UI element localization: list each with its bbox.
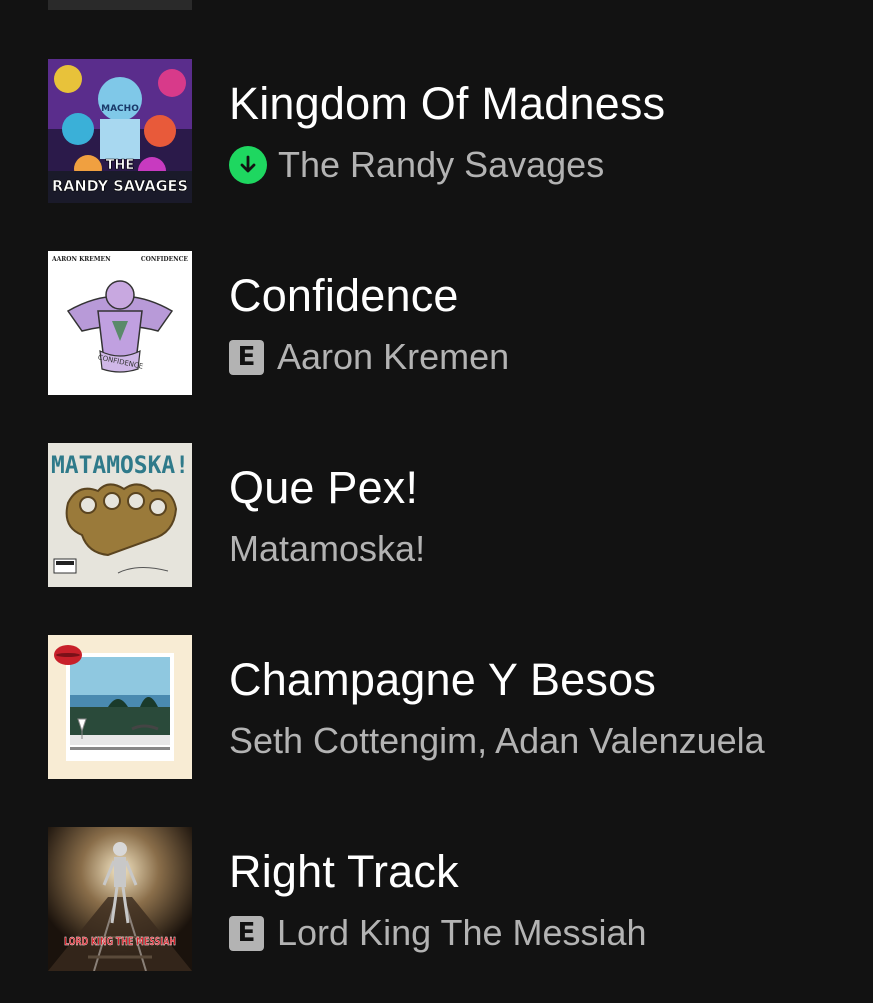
album-cover: MACHO THE RANDY SAVAGES — [48, 59, 192, 203]
track-row[interactable]: Champagne Y Besos Seth Cottengim, Adan V… — [0, 635, 873, 779]
track-row[interactable]: MATAMOSKA! Que Pex! Matamoska! — [0, 443, 873, 587]
album-cover: MATAMOSKA! — [48, 443, 192, 587]
track-row[interactable]: MACHO THE RANDY SAVAGES Kingdom Of Madne… — [0, 59, 873, 203]
track-meta: The Randy Savages — [229, 145, 604, 185]
track-meta: Seth Cottengim, Adan Valenzuela — [229, 721, 765, 761]
cover-text: AARON KREMEN — [51, 256, 111, 263]
track-artist: Lord King The Messiah — [277, 912, 647, 953]
track-list: MACHO THE RANDY SAVAGES Kingdom Of Madne… — [0, 0, 873, 1003]
track-title: Right Track — [229, 846, 459, 897]
cover-text: LORD KING THE MESSIAH — [64, 935, 176, 948]
explicit-badge-icon: E — [229, 339, 264, 375]
track-title: Confidence — [229, 270, 459, 321]
track-meta: E Aaron Kremen — [229, 337, 509, 377]
track-artist: The Randy Savages — [278, 144, 605, 185]
track-title: Kingdom Of Madness — [229, 78, 666, 129]
album-cover — [48, 635, 192, 779]
track-meta: Matamoska! — [229, 529, 425, 569]
cover-text: MACHO — [101, 104, 139, 114]
album-cover: LORD KING THE MESSIAH — [48, 827, 192, 971]
track-artist: Seth Cottengim, Adan Valenzuela — [229, 720, 765, 761]
track-row[interactable]: LORD KING THE MESSIAH Right Track E Lord… — [0, 827, 873, 971]
track-meta: E Lord King The Messiah — [229, 913, 647, 953]
cover-text: MATAMOSKA! — [51, 451, 189, 479]
track-row[interactable]: AARON KREMEN CONFIDENCE CONFIDENCE Confi… — [0, 251, 873, 395]
explicit-badge-icon: E — [229, 915, 264, 951]
previous-track-cover-edge[interactable] — [48, 0, 192, 10]
track-artist: Aaron Kremen — [277, 336, 510, 377]
cover-text: THE — [106, 158, 135, 173]
track-artist: Matamoska! — [229, 528, 426, 569]
download-arrow-icon — [229, 146, 267, 184]
track-title: Que Pex! — [229, 462, 419, 513]
cover-text: CONFIDENCE — [141, 256, 189, 263]
track-title: Champagne Y Besos — [229, 654, 657, 705]
cover-text: RANDY SAVAGES — [52, 177, 188, 195]
album-cover: AARON KREMEN CONFIDENCE CONFIDENCE — [48, 251, 192, 395]
